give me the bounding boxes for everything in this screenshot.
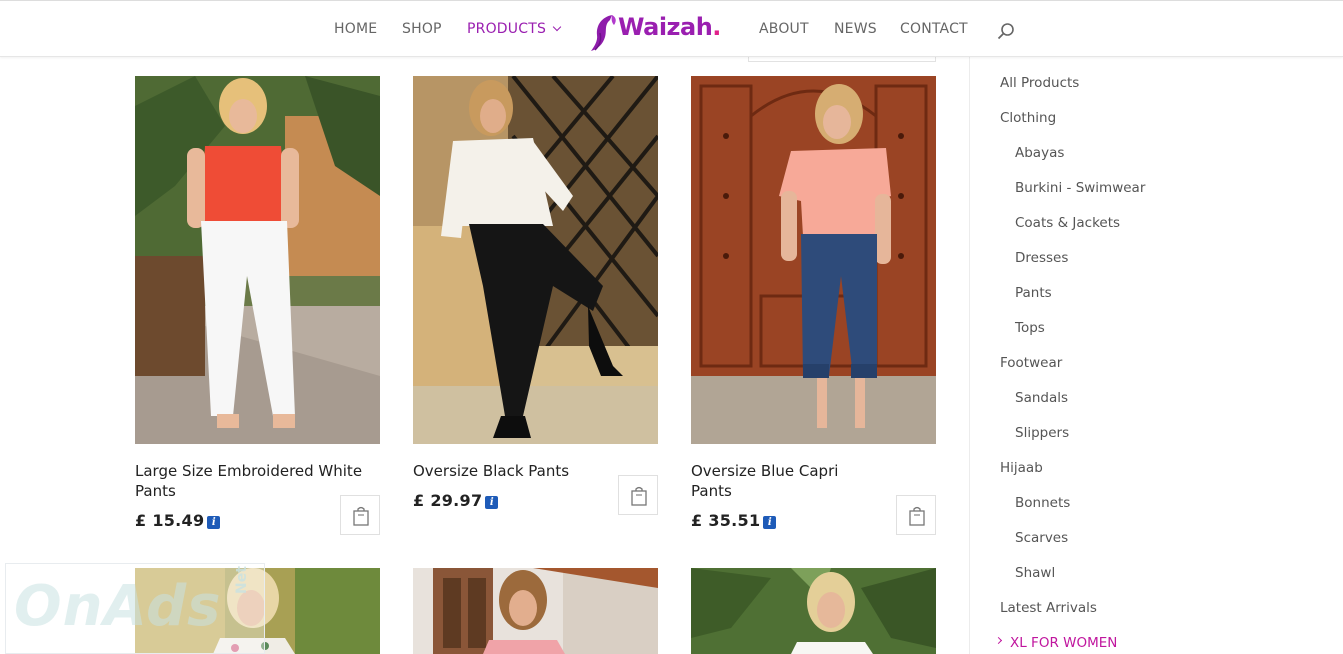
sidebar-category-coats-jackets[interactable]: Coats & Jackets <box>1015 215 1120 231</box>
sidebar-category-hijaab[interactable]: Hijaab <box>1000 460 1043 476</box>
sidebar-category-slippers[interactable]: Slippers <box>1015 425 1069 441</box>
product-price: £ 15.49 i <box>135 511 221 530</box>
nav-products-label: PRODUCTS <box>467 21 547 37</box>
sidebar-category-abayas[interactable]: Abayas <box>1015 145 1064 161</box>
product-card: Oversize Black Pants £ 29.97 i <box>413 76 658 536</box>
info-icon[interactable]: i <box>763 516 777 529</box>
nav-products[interactable]: PRODUCTS <box>467 21 562 37</box>
chevron-down-icon <box>552 22 562 32</box>
sidebar-category-bonnets[interactable]: Bonnets <box>1015 495 1070 511</box>
sidebar-category-xl-for-women[interactable]: XL FOR WOMEN <box>1010 635 1117 651</box>
product-image[interactable] <box>413 568 658 654</box>
sidebar-category-footwear[interactable]: Footwear <box>1000 355 1062 371</box>
product-image[interactable] <box>135 76 380 444</box>
shopping-bag-icon <box>353 506 369 526</box>
sidebar-category-scarves[interactable]: Scarves <box>1015 530 1068 546</box>
nav-shop[interactable]: SHOP <box>402 21 442 37</box>
logo-silhouette-icon <box>591 15 616 51</box>
product-card: Large Size Embroidered White Pants £ 15.… <box>135 76 380 536</box>
sidebar-category-sandals[interactable]: Sandals <box>1015 390 1068 406</box>
nav-about[interactable]: ABOUT <box>759 21 809 37</box>
sidebar-category-all-products[interactable]: All Products <box>1000 75 1079 91</box>
sidebar-category-pants[interactable]: Pants <box>1015 285 1052 301</box>
product-price: £ 35.51 i <box>691 511 777 530</box>
product-price: £ 29.97 i <box>413 491 499 510</box>
watermark-logo: OnAds Net <box>5 563 265 654</box>
site-header: HOME SHOP PRODUCTS Waizah. ABOUT NEWS CO… <box>0 0 1343 57</box>
sidebar-category-dresses[interactable]: Dresses <box>1015 250 1068 266</box>
logo-text: Waizah. <box>618 13 721 41</box>
shopping-bag-icon <box>909 506 925 526</box>
product-title[interactable]: Large Size Embroidered White Pants <box>135 461 375 501</box>
product-image[interactable] <box>691 568 936 654</box>
sidebar-divider <box>969 57 970 654</box>
search-icon[interactable] <box>997 22 1015 40</box>
site-logo[interactable]: Waizah. <box>590 11 735 53</box>
sidebar-category-latest-arrivals[interactable]: Latest Arrivals <box>1000 600 1097 616</box>
sidebar-category-tops[interactable]: Tops <box>1015 320 1045 336</box>
product-image[interactable] <box>413 76 658 444</box>
info-icon[interactable]: i <box>485 496 499 509</box>
product-title[interactable]: Oversize Black Pants <box>413 461 653 481</box>
sidebar-category-shawl[interactable]: Shawl <box>1015 565 1055 581</box>
product-card: Oversize Blue Capri Pants £ 35.51 i <box>691 76 936 536</box>
add-to-cart-button[interactable] <box>896 495 936 535</box>
info-icon[interactable]: i <box>207 516 221 529</box>
sidebar-category-clothing[interactable]: Clothing <box>1000 110 1056 126</box>
sidebar-category-burkini-swimwear[interactable]: Burkini - Swimwear <box>1015 180 1145 196</box>
shopping-bag-icon <box>631 486 647 506</box>
chevron-right-icon <box>994 636 1003 645</box>
nav-home[interactable]: HOME <box>334 21 377 37</box>
add-to-cart-button[interactable] <box>340 495 380 535</box>
nav-contact[interactable]: CONTACT <box>900 21 968 37</box>
product-image[interactable] <box>691 76 936 444</box>
nav-news[interactable]: NEWS <box>834 21 877 37</box>
product-title[interactable]: Oversize Blue Capri Pants <box>691 461 871 501</box>
add-to-cart-button[interactable] <box>618 475 658 515</box>
